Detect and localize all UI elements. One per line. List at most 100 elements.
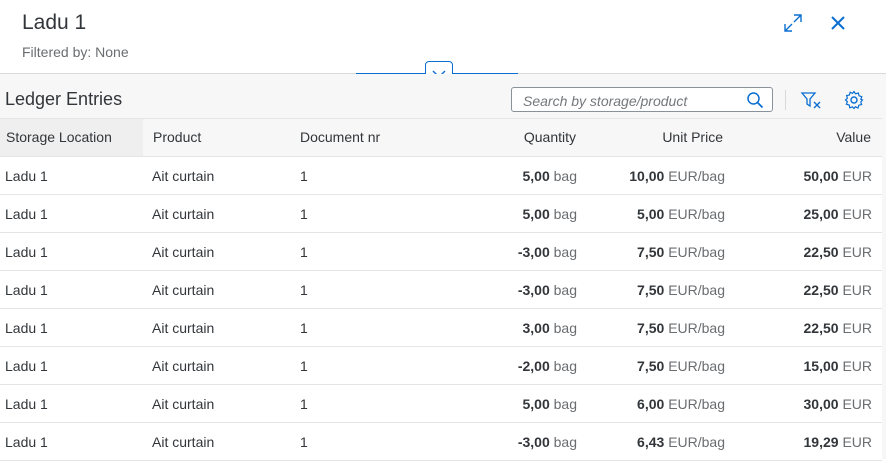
cell-product: Ait curtain [152, 282, 215, 298]
unit-price-value: 7,50 [637, 244, 665, 260]
cell-value: 50,00 EUR [804, 168, 873, 184]
value-amount: 25,00 [803, 206, 839, 222]
cell-value: 22,50 EUR [804, 244, 873, 260]
quantity-unit: bag [553, 206, 577, 222]
cell-quantity: -2,00 bag [518, 358, 577, 374]
quantity-value: -3,00 [517, 282, 550, 298]
table-row[interactable]: Ladu 1 Ait curtain 1 5,00 bag 10,00 EUR/… [0, 157, 882, 195]
table-row[interactable]: Ladu 1 Ait curtain 1 -2,00 bag 7,50 EUR/… [0, 347, 882, 385]
unit-price-value: 7,50 [637, 282, 665, 298]
search-input[interactable] [521, 90, 745, 111]
cell-quantity: -3,00 bag [518, 434, 577, 450]
table-row[interactable]: Ladu 1 Ait curtain 1 3,00 bag 7,50 EUR/b… [0, 309, 882, 347]
table-row[interactable]: Ladu 1 Ait curtain 1 5,00 bag 6,00 EUR/b… [0, 385, 882, 423]
cell-product: Ait curtain [152, 320, 215, 336]
cell-unit-price: 10,00 EUR/bag [629, 168, 725, 184]
table-body: Ladu 1 Ait curtain 1 5,00 bag 10,00 EUR/… [0, 157, 882, 461]
quantity-unit: bag [553, 244, 577, 260]
cell-unit-price: 7,50 EUR/bag [637, 320, 725, 336]
cell-product: Ait curtain [152, 358, 215, 374]
cell-product: Ait curtain [152, 396, 215, 412]
cell-quantity: 5,00 bag [523, 206, 578, 222]
value-currency: EUR [842, 320, 872, 336]
column-header-storage-location[interactable]: Storage Location [6, 129, 112, 145]
cell-storage-location: Ladu 1 [5, 168, 48, 184]
value-currency: EUR [842, 244, 872, 260]
unit-price-value: 7,50 [637, 358, 665, 374]
unit-price-value: 10,00 [629, 168, 665, 184]
page-title: Ladu 1 [22, 11, 87, 34]
cell-storage-location: Ladu 1 [5, 320, 48, 336]
cell-product: Ait curtain [152, 434, 215, 450]
cell-product: Ait curtain [152, 168, 215, 184]
quantity-unit: bag [553, 396, 577, 412]
quantity-value: 3,00 [522, 320, 550, 336]
unit-price-value: 6,00 [637, 396, 665, 412]
search-icon[interactable] [746, 91, 764, 109]
value-amount: 19,29 [803, 434, 839, 450]
search-field[interactable] [511, 87, 773, 112]
value-amount: 22,50 [803, 320, 839, 336]
quantity-value: -3,00 [517, 244, 550, 260]
cell-unit-price: 6,00 EUR/bag [637, 396, 725, 412]
column-header-product[interactable]: Product [153, 129, 201, 145]
cell-unit-price: 7,50 EUR/bag [637, 244, 725, 260]
fullscreen-button[interactable] [780, 10, 806, 36]
value-amount: 15,00 [803, 358, 839, 374]
value-amount: 50,00 [803, 168, 839, 184]
cell-document-nr: 1 [300, 434, 308, 450]
table-title: Ledger Entries [5, 89, 123, 109]
unit-price-unit: EUR/bag [668, 244, 725, 260]
cell-quantity: -3,00 bag [518, 282, 577, 298]
cell-unit-price: 7,50 EUR/bag [637, 282, 725, 298]
cell-value: 22,50 EUR [804, 282, 873, 298]
unit-price-unit: EUR/bag [668, 396, 725, 412]
table-header-row: Storage Location Product Document nr Qua… [0, 118, 882, 157]
unit-price-unit: EUR/bag [668, 206, 725, 222]
cell-document-nr: 1 [300, 244, 308, 260]
cell-storage-location: Ladu 1 [5, 434, 48, 450]
column-header-unit-price[interactable]: Unit Price [662, 129, 723, 145]
unit-price-value: 6,43 [637, 434, 665, 450]
quantity-unit: bag [553, 168, 577, 184]
clear-filter-button[interactable] [799, 88, 823, 112]
cell-storage-location: Ladu 1 [5, 282, 48, 298]
value-currency: EUR [842, 396, 872, 412]
column-header-quantity[interactable]: Quantity [524, 129, 576, 145]
table-row[interactable]: Ladu 1 Ait curtain 1 5,00 bag 5,00 EUR/b… [0, 195, 882, 233]
cell-unit-price: 6,43 EUR/bag [637, 434, 725, 450]
filter-status: Filtered by: None [22, 44, 129, 60]
cell-storage-location: Ladu 1 [5, 206, 48, 222]
quantity-value: -3,00 [517, 434, 550, 450]
cell-value: 15,00 EUR [804, 358, 873, 374]
unit-price-unit: EUR/bag [668, 320, 725, 336]
value-amount: 30,00 [803, 396, 839, 412]
table-row[interactable]: Ladu 1 Ait curtain 1 -3,00 bag 7,50 EUR/… [0, 271, 882, 309]
table-row[interactable]: Ladu 1 Ait curtain 1 -3,00 bag 6,43 EUR/… [0, 423, 882, 461]
settings-button[interactable] [842, 88, 866, 112]
column-header-value[interactable]: Value [836, 129, 871, 145]
cell-unit-price: 7,50 EUR/bag [637, 358, 725, 374]
unit-price-unit: EUR/bag [668, 168, 725, 184]
table-row[interactable]: Ladu 1 Ait curtain 1 -3,00 bag 7,50 EUR/… [0, 233, 882, 271]
quantity-value: 5,00 [522, 396, 550, 412]
cell-document-nr: 1 [300, 168, 308, 184]
value-currency: EUR [842, 282, 872, 298]
unit-price-value: 5,00 [637, 206, 665, 222]
cell-quantity: -3,00 bag [518, 244, 577, 260]
close-icon [831, 16, 845, 30]
column-header-document-nr[interactable]: Document nr [300, 129, 380, 145]
cell-quantity: 3,00 bag [523, 320, 578, 336]
unit-price-unit: EUR/bag [668, 282, 725, 298]
quantity-unit: bag [553, 320, 577, 336]
cell-document-nr: 1 [300, 206, 308, 222]
cell-quantity: 5,00 bag [523, 168, 578, 184]
cell-product: Ait curtain [152, 244, 215, 260]
value-amount: 22,50 [803, 244, 839, 260]
quantity-unit: bag [553, 358, 577, 374]
close-button[interactable] [825, 10, 851, 36]
cell-storage-location: Ladu 1 [5, 396, 48, 412]
cell-value: 30,00 EUR [804, 396, 873, 412]
cell-document-nr: 1 [300, 282, 308, 298]
quantity-unit: bag [553, 434, 577, 450]
